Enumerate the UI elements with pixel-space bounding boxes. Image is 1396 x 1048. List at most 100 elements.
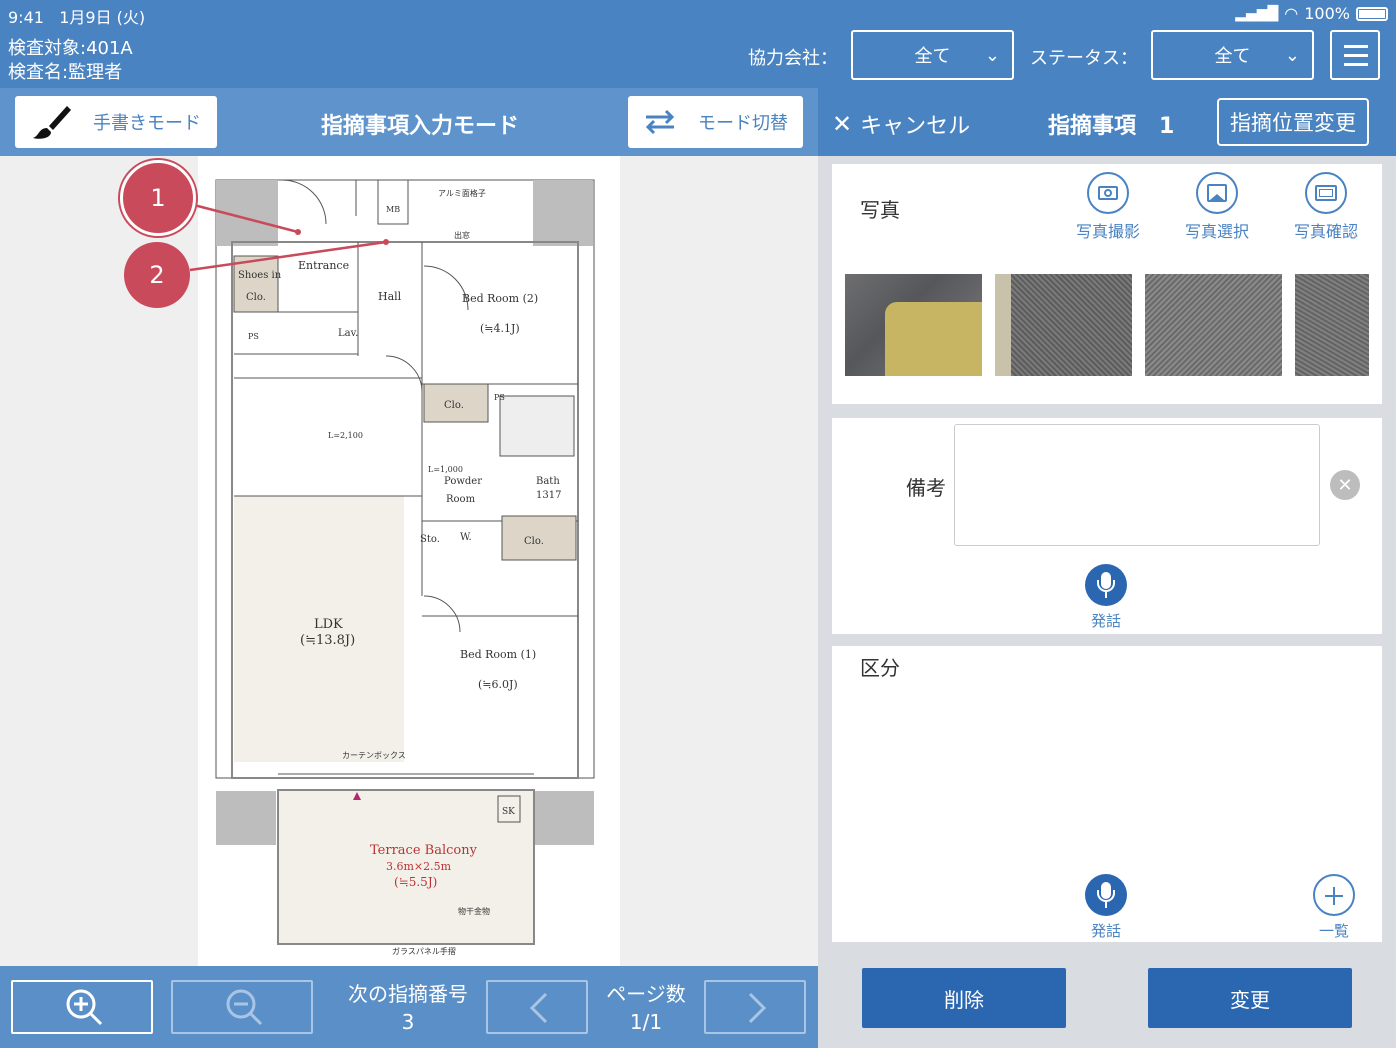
svg-text:Powder: Powder	[444, 476, 482, 487]
svg-text:Clo.: Clo.	[524, 536, 544, 547]
notes-voice-button[interactable]: 発話	[1076, 564, 1136, 631]
zoom-in-icon	[66, 989, 103, 1026]
cancel-label: キャンセル	[860, 114, 971, 139]
photo-section-label: 写真	[860, 198, 900, 222]
issue-marker-number: 2	[149, 261, 165, 289]
chevron-left-icon	[529, 992, 548, 1024]
select-photo-label: 写真選択	[1184, 222, 1249, 241]
camera-icon	[1087, 172, 1129, 214]
hamburger-menu-button[interactable]	[1330, 30, 1380, 80]
svg-text:カーテンボックス: カーテンボックス	[342, 751, 406, 760]
photo-section: 写真 写真撮影 写真選択 写真確認	[832, 164, 1382, 404]
take-photo-button[interactable]: 写真撮影	[1068, 172, 1148, 242]
update-button[interactable]: 変更	[1148, 968, 1352, 1028]
next-issue-number: 3	[401, 1010, 415, 1034]
photo-thumbnail[interactable]	[1295, 274, 1369, 376]
image-icon	[1196, 172, 1238, 214]
notes-section: 備考 ✕ 発話	[832, 418, 1382, 634]
mode-switch-button[interactable]: モード切替	[628, 96, 803, 148]
category-list-button[interactable]: 一覧	[1304, 874, 1364, 941]
issue-marker-number: 1	[150, 184, 166, 212]
take-photo-label: 写真撮影	[1075, 222, 1140, 241]
mode-title: 指摘事項入力モード	[320, 114, 519, 139]
issue-marker-2[interactable]: 2	[124, 242, 190, 308]
photo-thumbnail[interactable]	[845, 274, 982, 376]
swap-arrows-icon	[645, 109, 675, 135]
microphone-icon	[1085, 874, 1127, 916]
handwriting-mode-button[interactable]: 手書きモード	[15, 96, 217, 148]
category-section: 区分 発話 一覧	[832, 646, 1382, 942]
next-page-button[interactable]	[704, 980, 806, 1034]
prev-page-button[interactable]	[486, 980, 588, 1034]
svg-text:Bed Room (1): Bed Room (1)	[460, 648, 536, 661]
wifi-icon: ◠	[1284, 4, 1299, 23]
inspection-target: 検査対象:401A	[8, 38, 133, 59]
page-count-value: 1/1	[629, 1010, 663, 1034]
status-select[interactable]: 全て ⌄	[1151, 30, 1314, 80]
notes-label: 備考	[906, 476, 946, 500]
confirm-photo-label: 写真確認	[1293, 222, 1358, 241]
issue-title: 指摘事項 1	[1048, 108, 1174, 140]
battery-label: 100%	[1304, 4, 1350, 23]
floor-plan-viewer[interactable]: Entrance Shoes in Clo. Hall Lav. Bed Roo…	[0, 156, 818, 966]
update-label: 変更	[1230, 987, 1270, 1012]
battery-icon	[1356, 6, 1388, 21]
category-list-label: 一覧	[1318, 922, 1349, 940]
handwriting-mode-label: 手書きモード	[93, 113, 201, 134]
svg-text:(≒5.5J): (≒5.5J)	[394, 875, 437, 889]
svg-text:L=2,100: L=2,100	[328, 431, 363, 440]
frame-icon	[1305, 172, 1347, 214]
svg-text:W.: W.	[460, 532, 472, 543]
app-header: 9:41 1月9日 (火) ▂▄▆█ ◠ 100% 検査対象:401A 検査名:…	[0, 0, 1396, 88]
zoom-out-button[interactable]	[171, 980, 313, 1034]
category-voice-button[interactable]: 発話	[1076, 874, 1136, 941]
next-issue-label: 次の指摘番号	[348, 982, 468, 1006]
issue-panel-header: ✕ キャンセル 指摘事項 1 指摘位置変更	[818, 88, 1396, 156]
status-time: 9:41 1月9日 (火)	[8, 8, 146, 27]
svg-text:(≒6.0J): (≒6.0J)	[478, 678, 518, 691]
category-voice-label: 発話	[1090, 922, 1121, 940]
partner-select-value: 全て	[914, 46, 951, 67]
clear-notes-button[interactable]: ✕	[1330, 470, 1360, 500]
photo-thumbnail[interactable]	[1145, 274, 1282, 376]
delete-label: 削除	[944, 987, 984, 1012]
svg-text:物干金物: 物干金物	[458, 906, 490, 916]
signal-icon: ▂▄▆█	[1235, 5, 1279, 22]
svg-text:LDK: LDK	[314, 617, 343, 632]
issue-number: 1	[1159, 114, 1175, 139]
category-label: 区分	[860, 656, 900, 680]
plan-toolbar: 手書きモード 指摘事項入力モード モード切替	[0, 88, 818, 156]
status-indicators: ▂▄▆█ ◠ 100%	[1235, 4, 1388, 23]
issue-actions: 削除 変更	[818, 948, 1396, 1048]
issue-title-label: 指摘事項	[1048, 114, 1137, 139]
photo-thumbnail[interactable]	[995, 274, 1132, 376]
svg-text:1317: 1317	[536, 490, 561, 501]
microphone-icon	[1085, 564, 1127, 606]
svg-text:L=1,000: L=1,000	[428, 465, 463, 474]
close-icon: ✕	[832, 110, 853, 138]
status-filter-label: ステータス：	[1030, 48, 1138, 69]
svg-text:Clo.: Clo.	[444, 400, 464, 411]
notes-textarea[interactable]	[954, 424, 1320, 546]
svg-text:Room: Room	[446, 494, 476, 505]
partner-filter-label: 協力会社：	[748, 48, 838, 69]
issue-marker-1[interactable]: 1	[120, 160, 196, 236]
chevron-down-icon: ⌄	[1284, 45, 1300, 66]
svg-text:(≒13.8J): (≒13.8J)	[300, 633, 355, 648]
zoom-out-icon	[226, 989, 263, 1026]
page-count-label: ページ数	[606, 982, 686, 1006]
brush-icon	[33, 106, 71, 139]
inspection-name: 検査名:監理者	[8, 62, 123, 83]
svg-text:3.6m×2.5m: 3.6m×2.5m	[386, 860, 452, 873]
status-select-value: 全て	[1214, 46, 1251, 67]
delete-button[interactable]: 削除	[862, 968, 1066, 1028]
partner-select[interactable]: 全て ⌄	[851, 30, 1014, 80]
select-photo-button[interactable]: 写真選択	[1177, 172, 1257, 242]
confirm-photo-button[interactable]: 写真確認	[1286, 172, 1366, 242]
notes-voice-label: 発話	[1090, 612, 1121, 630]
change-position-button[interactable]: 指摘位置変更	[1217, 98, 1369, 146]
issue-panel-body: 写真 写真撮影 写真選択 写真確認 備考 ✕ 発話 区分 発話 一覧	[818, 156, 1396, 966]
cancel-button[interactable]: ✕ キャンセル	[832, 108, 970, 140]
zoom-in-button[interactable]	[11, 980, 153, 1034]
svg-text:SK: SK	[502, 807, 515, 817]
